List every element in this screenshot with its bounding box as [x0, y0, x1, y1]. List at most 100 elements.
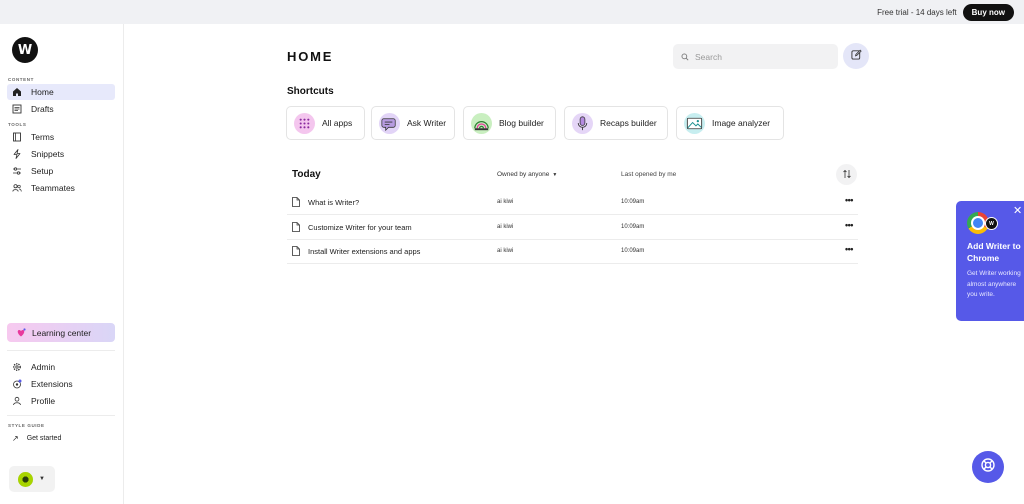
last-opened-header: Last opened by me	[621, 171, 677, 178]
help-button[interactable]	[972, 451, 1004, 483]
document-icon	[292, 197, 300, 207]
shortcut-recaps-builder[interactable]: Recaps builder	[564, 106, 668, 140]
document-owner: ai kiwi	[497, 224, 514, 230]
edit-icon	[850, 47, 862, 65]
document-time: 10:09am	[621, 248, 645, 254]
learning-center-icon	[16, 327, 26, 338]
sidebar: W CONTENT Home Drafts TOOLS Terms Snippe…	[0, 24, 124, 504]
table-row[interactable]: Customize Writer for your team ai kiwi 1…	[287, 215, 858, 240]
table-row[interactable]: Install Writer extensions and apps ai ki…	[287, 239, 858, 264]
arrow-up-right-icon: ↗	[12, 434, 19, 443]
shortcut-image-analyzer[interactable]: Image analyzer	[676, 106, 784, 140]
sidebar-item-terms[interactable]: Terms	[7, 129, 115, 145]
content-section-label: CONTENT	[8, 77, 34, 82]
document-icon	[292, 222, 300, 232]
sidebar-item-label: Extensions	[31, 379, 73, 389]
learning-center-button[interactable]: Learning center	[7, 323, 115, 342]
caret-down-icon: ▼	[552, 171, 558, 178]
sidebar-item-label: Teammates	[31, 183, 75, 193]
sidebar-divider	[7, 350, 115, 351]
buy-now-button[interactable]: Buy now	[962, 3, 1014, 21]
shortcut-label: Recaps builder	[600, 118, 657, 128]
document-time: 10:09am	[621, 224, 645, 230]
tools-section-label: TOOLS	[8, 122, 27, 127]
shortcut-label: Image analyzer	[712, 118, 771, 128]
page-title: HOME	[287, 49, 334, 64]
more-options-icon[interactable]: •••	[845, 220, 853, 230]
gear-icon	[12, 362, 22, 372]
sidebar-item-profile[interactable]: Profile	[7, 393, 115, 409]
account-switcher[interactable]: ▼	[9, 466, 55, 492]
new-document-button[interactable]	[843, 43, 869, 69]
search-box[interactable]	[673, 44, 838, 69]
shortcuts-heading: Shortcuts	[287, 86, 334, 97]
today-heading: Today	[292, 169, 321, 180]
sidebar-item-label: Terms	[31, 132, 55, 142]
shortcut-label: All apps	[322, 118, 353, 128]
drafts-icon	[12, 104, 22, 114]
home-icon	[12, 87, 22, 97]
sliders-icon	[12, 166, 22, 176]
writer-badge-icon: W	[986, 218, 997, 229]
sidebar-item-label: Snippets	[31, 149, 65, 159]
user-icon	[12, 396, 22, 406]
document-title[interactable]: Install Writer extensions and apps	[308, 247, 420, 256]
sidebar-item-label: Home	[31, 87, 54, 97]
style-guide-label: STYLE GUIDE	[8, 423, 45, 428]
table-row[interactable]: What is Writer? ai kiwi 10:09am •••	[287, 190, 858, 215]
sidebar-item-label: Drafts	[31, 104, 54, 114]
sidebar-item-setup[interactable]: Setup	[7, 163, 115, 179]
document-title[interactable]: What is Writer?	[308, 198, 359, 207]
document-icon	[292, 246, 300, 256]
grid-icon	[294, 112, 315, 134]
document-title[interactable]: Customize Writer for your team	[308, 223, 412, 232]
search-input[interactable]	[695, 51, 835, 62]
document-owner: ai kiwi	[497, 199, 514, 205]
shortcut-label: Ask Writer	[407, 118, 447, 128]
users-icon	[12, 183, 22, 193]
close-icon[interactable]: ✕	[1013, 206, 1022, 217]
microphone-icon	[572, 112, 593, 134]
shortcut-label: Blog builder	[499, 118, 544, 128]
sidebar-item-snippets[interactable]: Snippets	[7, 146, 115, 162]
sort-button[interactable]	[836, 164, 857, 185]
more-options-icon[interactable]: •••	[845, 195, 853, 205]
chrome-extension-promo[interactable]: ✕ W Add Writer to Chrome Get Writer work…	[956, 201, 1024, 321]
shortcut-blog-builder[interactable]: Blog builder	[463, 106, 556, 140]
learning-center-label: Learning center	[32, 327, 92, 338]
sidebar-item-extensions[interactable]: Extensions	[7, 376, 115, 392]
sidebar-item-drafts[interactable]: Drafts	[7, 101, 115, 117]
shortcut-all-apps[interactable]: All apps	[286, 106, 365, 140]
trial-text: Free trial - 14 days left	[877, 7, 957, 17]
sidebar-item-label: Admin	[31, 362, 56, 372]
sidebar-divider	[7, 415, 115, 416]
owned-by-filter[interactable]: Owned by anyone ▼	[497, 171, 557, 178]
book-icon	[12, 132, 22, 142]
sidebar-item-admin[interactable]: Admin	[7, 359, 115, 375]
sidebar-item-label: Profile	[31, 396, 56, 406]
extensions-icon	[12, 379, 22, 389]
shortcut-ask-writer[interactable]: Ask Writer	[371, 106, 455, 140]
promo-title: Add Writer to Chrome	[967, 241, 1021, 263]
sort-icon	[842, 166, 852, 184]
chat-icon	[379, 112, 400, 134]
document-owner: ai kiwi	[497, 248, 514, 254]
more-options-icon[interactable]: •••	[845, 244, 853, 254]
sidebar-item-label: Setup	[31, 166, 54, 176]
promo-body: Get Writer working almost anywhere you w…	[967, 270, 1021, 298]
image-icon	[684, 112, 705, 134]
avatar	[18, 471, 33, 487]
get-started-label: Get started	[26, 435, 62, 442]
get-started-link[interactable]: ↗ Get started	[12, 434, 61, 443]
document-time: 10:09am	[621, 199, 645, 205]
search-icon	[681, 48, 689, 66]
owned-by-filter-label: Owned by anyone	[497, 171, 550, 178]
lifebuoy-icon	[980, 457, 996, 478]
trial-banner: Free trial - 14 days left Buy now	[0, 0, 1024, 24]
sidebar-item-home[interactable]: Home	[7, 84, 115, 100]
lightning-icon	[12, 149, 22, 159]
sidebar-item-teammates[interactable]: Teammates	[7, 180, 115, 196]
writer-logo[interactable]: W	[12, 37, 38, 63]
blog-icon	[471, 112, 492, 134]
caret-down-icon: ▼	[39, 476, 45, 482]
